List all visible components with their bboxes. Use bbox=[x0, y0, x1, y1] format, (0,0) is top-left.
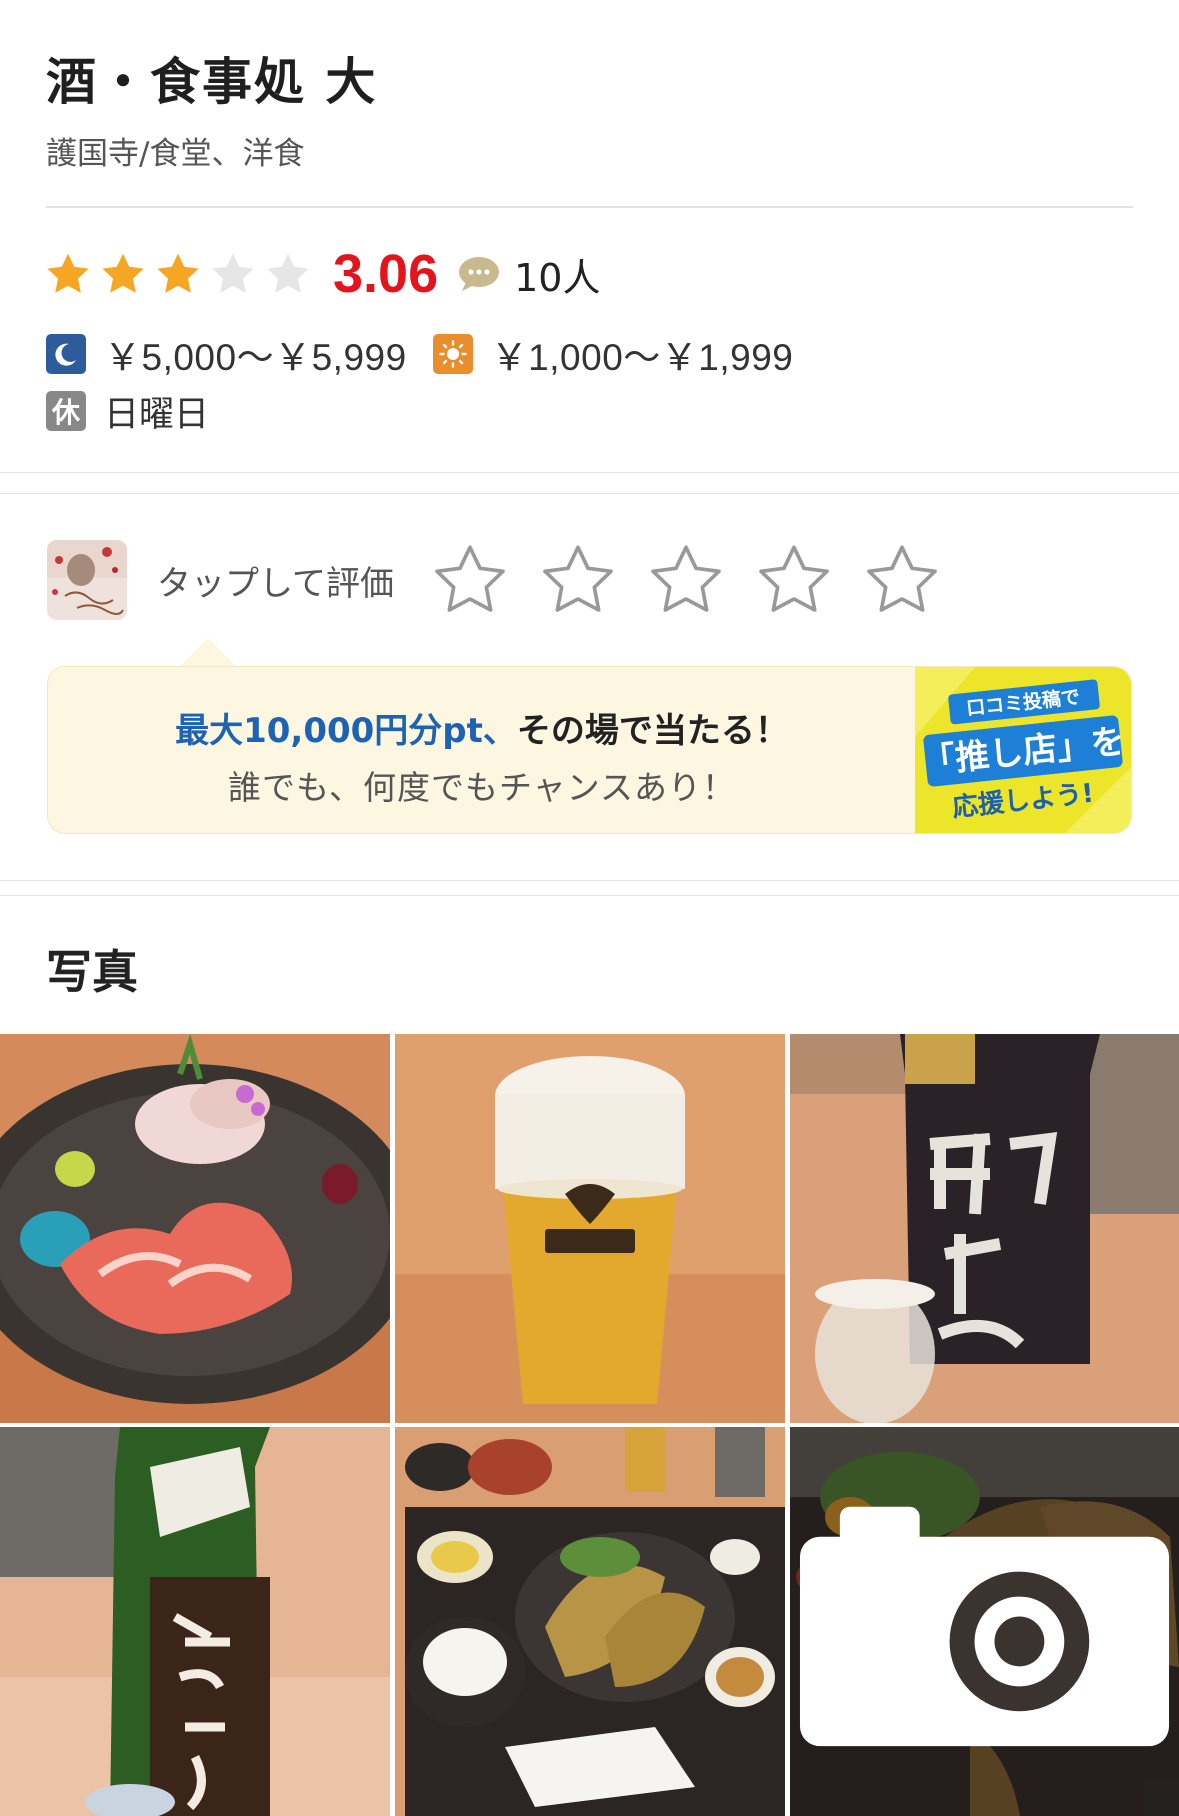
photo-fried-fish-set-meal[interactable] bbox=[395, 1427, 785, 1816]
divider bbox=[46, 206, 1133, 208]
star-filled-icon bbox=[47, 253, 89, 293]
photo-sake-bottle-dark[interactable] bbox=[790, 1034, 1179, 1423]
promo-banner[interactable]: 最大10,000円分pt、その場で当たる！ 誰でも、何度でもチャンスあり！ 口コ… bbox=[47, 666, 1132, 834]
rate-star-4-icon[interactable] bbox=[754, 540, 834, 620]
photo-draft-beer[interactable] bbox=[395, 1034, 785, 1423]
reviewer-count: 10人 bbox=[514, 255, 601, 300]
photo-fried-fish-closeup[interactable]: 28 bbox=[790, 1427, 1179, 1816]
photo-grid: 28 bbox=[0, 1034, 1179, 1816]
promo-pointer bbox=[178, 638, 238, 668]
price-row: ￥5,000～￥5,999 ￥1,000～￥1,999 bbox=[46, 326, 793, 382]
promo-headline: 最大10,000円分pt、その場で当たる！ bbox=[48, 703, 916, 752]
holiday-icon: 休 bbox=[46, 391, 86, 431]
section-separator bbox=[0, 472, 1179, 494]
holiday-row: 休 日曜日 bbox=[46, 386, 209, 436]
star-empty-icon bbox=[212, 253, 254, 293]
star-empty-icon bbox=[267, 253, 309, 293]
photo-sake-bottle-green[interactable] bbox=[0, 1427, 390, 1816]
camera-icon bbox=[799, 1506, 1170, 1747]
rate-star-1-icon[interactable] bbox=[430, 540, 510, 620]
rating-score: 3.06 bbox=[333, 244, 439, 304]
promo-subtext: 誰でも、何度でもチャンスあり！ bbox=[227, 768, 737, 807]
dinner-price: ￥5,000～￥5,999 bbox=[104, 337, 407, 378]
sun-icon bbox=[432, 334, 473, 374]
lunch-price: ￥1,000～￥1,999 bbox=[490, 337, 794, 378]
rate-star-2-icon[interactable] bbox=[538, 540, 618, 620]
more-photos-overlay[interactable]: 28 bbox=[790, 1427, 1179, 1816]
promo-graphic: 口コミ投稿で 「推し店」を 応援しよう! bbox=[915, 667, 1131, 833]
restaurant-category[interactable]: 護国寺/食堂、洋食 bbox=[46, 128, 304, 173]
holiday-days: 日曜日 bbox=[104, 394, 210, 435]
tap-to-rate-label: タップして評価 bbox=[157, 563, 394, 604]
star-filled-icon bbox=[102, 253, 144, 293]
restaurant-name: 酒・食事処 大 bbox=[46, 53, 378, 111]
star-filled-icon bbox=[157, 253, 199, 293]
rating-row[interactable]: 3.06 10人 bbox=[44, 244, 600, 304]
rate-star-5-icon[interactable] bbox=[862, 540, 942, 620]
user-rating-row[interactable]: タップして評価 bbox=[47, 540, 970, 620]
rate-star-3-icon[interactable] bbox=[646, 540, 726, 620]
photo-sashimi-platter[interactable] bbox=[0, 1034, 390, 1423]
photos-section-title: 写真 bbox=[46, 945, 138, 999]
promo-headline-text: その場で当たる！ bbox=[516, 711, 789, 751]
section-separator bbox=[0, 880, 1179, 896]
promo-highlight: 最大10,000円分pt、 bbox=[175, 711, 517, 751]
avatar bbox=[47, 540, 127, 620]
restaurant-header: 酒・食事処 大 護国寺/食堂、洋食 3.06 10人 ￥5,000～￥5,999 bbox=[0, 0, 1179, 470]
comment-bubble-icon bbox=[459, 257, 500, 291]
moon-icon bbox=[46, 334, 86, 374]
